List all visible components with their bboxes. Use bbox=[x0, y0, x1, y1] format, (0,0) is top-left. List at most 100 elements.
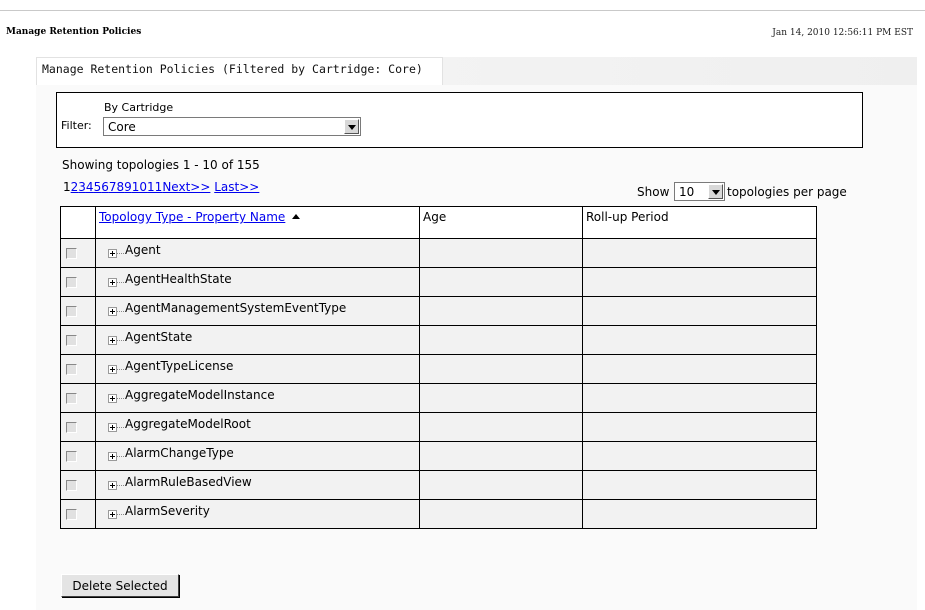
row-checkbox[interactable] bbox=[66, 451, 77, 462]
row-select-cell bbox=[60, 412, 96, 442]
page-link-4[interactable]: 4 bbox=[86, 180, 94, 194]
expand-icon[interactable] bbox=[108, 394, 117, 403]
current-page: 1 bbox=[63, 180, 71, 194]
expand-icon[interactable] bbox=[108, 249, 117, 258]
table-row: Agent bbox=[60, 238, 817, 268]
topology-name: AlarmChangeType bbox=[125, 446, 234, 460]
expand-icon[interactable] bbox=[108, 365, 117, 374]
per-page-value: 10 bbox=[679, 185, 695, 199]
tree-connector bbox=[117, 514, 124, 515]
topology-cell: Agent bbox=[95, 238, 420, 268]
topology-name: AggregateModelRoot bbox=[125, 417, 251, 431]
expand-icon[interactable] bbox=[108, 336, 117, 345]
expand-icon[interactable] bbox=[108, 423, 117, 432]
tree-connector bbox=[117, 311, 124, 312]
age-cell bbox=[419, 238, 583, 268]
per-page-suffix: topologies per page bbox=[727, 185, 847, 199]
rollup-cell bbox=[582, 470, 817, 500]
age-cell bbox=[419, 383, 583, 413]
age-cell bbox=[419, 296, 583, 326]
row-select-cell bbox=[60, 470, 96, 500]
topology-cell: AggregateModelRoot bbox=[95, 412, 420, 442]
tree-connector bbox=[117, 369, 124, 370]
expand-icon[interactable] bbox=[108, 307, 117, 316]
cartridge-select[interactable]: Core bbox=[103, 117, 361, 136]
age-cell bbox=[419, 412, 583, 442]
table-row: AggregateModelRoot bbox=[60, 412, 817, 442]
showing-count: Showing topologies 1 - 10 of 155 bbox=[62, 158, 260, 172]
rollup-cell bbox=[582, 412, 817, 442]
table-row: AlarmChangeType bbox=[60, 441, 817, 471]
row-select-cell bbox=[60, 441, 96, 471]
row-checkbox[interactable] bbox=[66, 248, 77, 259]
page-link-11[interactable]: 11 bbox=[147, 180, 162, 194]
age-cell bbox=[419, 267, 583, 297]
page-link-8[interactable]: 8 bbox=[116, 180, 124, 194]
rollup-cell bbox=[582, 499, 817, 529]
row-checkbox[interactable] bbox=[66, 509, 77, 520]
column-header-rollup: Roll-up Period bbox=[582, 206, 817, 239]
expand-icon[interactable] bbox=[108, 452, 117, 461]
expand-icon[interactable] bbox=[108, 481, 117, 490]
topology-name: AgentState bbox=[125, 330, 193, 344]
expand-icon[interactable] bbox=[108, 510, 117, 519]
select-column-header bbox=[60, 206, 96, 239]
topology-name: AggregateModelInstance bbox=[125, 388, 275, 402]
panel-title: Manage Retention Policies (Filtered by C… bbox=[42, 62, 423, 76]
sort-ascending-icon bbox=[292, 214, 301, 219]
table-row: AgentManagementSystemEventType bbox=[60, 296, 817, 326]
topology-name: AgentHealthState bbox=[125, 272, 232, 286]
row-checkbox[interactable] bbox=[66, 277, 77, 288]
page-link-6[interactable]: 6 bbox=[101, 180, 109, 194]
table-row: AlarmRuleBasedView bbox=[60, 470, 817, 500]
row-select-cell bbox=[60, 267, 96, 297]
row-select-cell bbox=[60, 325, 96, 355]
row-checkbox[interactable] bbox=[66, 422, 77, 433]
column-header-name[interactable]: Topology Type - Property Name bbox=[95, 206, 420, 239]
tree-connector bbox=[117, 253, 124, 254]
delete-selected-button[interactable]: Delete Selected bbox=[61, 574, 179, 597]
next-page-link[interactable]: Next>> bbox=[162, 180, 210, 194]
rollup-cell bbox=[582, 267, 817, 297]
rollup-cell bbox=[582, 325, 817, 355]
tree-connector bbox=[117, 427, 124, 428]
pagination: 1234567891011Next>> Last>> bbox=[63, 180, 259, 194]
chevron-down-icon[interactable] bbox=[344, 119, 359, 134]
row-select-cell bbox=[60, 354, 96, 384]
expand-icon[interactable] bbox=[108, 278, 117, 287]
row-checkbox[interactable] bbox=[66, 393, 77, 404]
row-select-cell bbox=[60, 296, 96, 326]
tree-connector bbox=[117, 485, 124, 486]
last-page-link[interactable]: Last>> bbox=[214, 180, 259, 194]
page-link-10[interactable]: 10 bbox=[132, 180, 147, 194]
rollup-cell bbox=[582, 238, 817, 268]
age-cell bbox=[419, 441, 583, 471]
page-link-3[interactable]: 3 bbox=[78, 180, 86, 194]
filter-label: Filter: bbox=[61, 119, 92, 132]
table-row: AggregateModelInstance bbox=[60, 383, 817, 413]
row-select-cell bbox=[60, 499, 96, 529]
age-cell bbox=[419, 470, 583, 500]
topology-cell: AggregateModelInstance bbox=[95, 383, 420, 413]
row-checkbox[interactable] bbox=[66, 480, 77, 491]
row-checkbox[interactable] bbox=[66, 306, 77, 317]
sort-topology-link[interactable]: Topology Type - Property Name bbox=[99, 210, 285, 224]
tree-connector bbox=[117, 398, 124, 399]
rollup-cell bbox=[582, 441, 817, 471]
top-rule bbox=[0, 10, 925, 11]
chevron-down-icon[interactable] bbox=[708, 184, 723, 199]
table-row: AgentHealthState bbox=[60, 267, 817, 297]
column-header-age: Age bbox=[419, 206, 583, 239]
page-link-9[interactable]: 9 bbox=[124, 180, 132, 194]
topology-name: AlarmRuleBasedView bbox=[125, 475, 252, 489]
topology-cell: AlarmRuleBasedView bbox=[95, 470, 420, 500]
rollup-cell bbox=[582, 383, 817, 413]
per-page-prefix: Show bbox=[637, 185, 670, 199]
topology-name: AgentManagementSystemEventType bbox=[125, 301, 347, 315]
per-page-select[interactable]: 10 bbox=[674, 182, 725, 201]
tree-connector bbox=[117, 282, 124, 283]
row-checkbox[interactable] bbox=[66, 364, 77, 375]
rollup-cell bbox=[582, 296, 817, 326]
row-checkbox[interactable] bbox=[66, 335, 77, 346]
timestamp: Jan 14, 2010 12:56:11 PM EST bbox=[772, 28, 913, 38]
